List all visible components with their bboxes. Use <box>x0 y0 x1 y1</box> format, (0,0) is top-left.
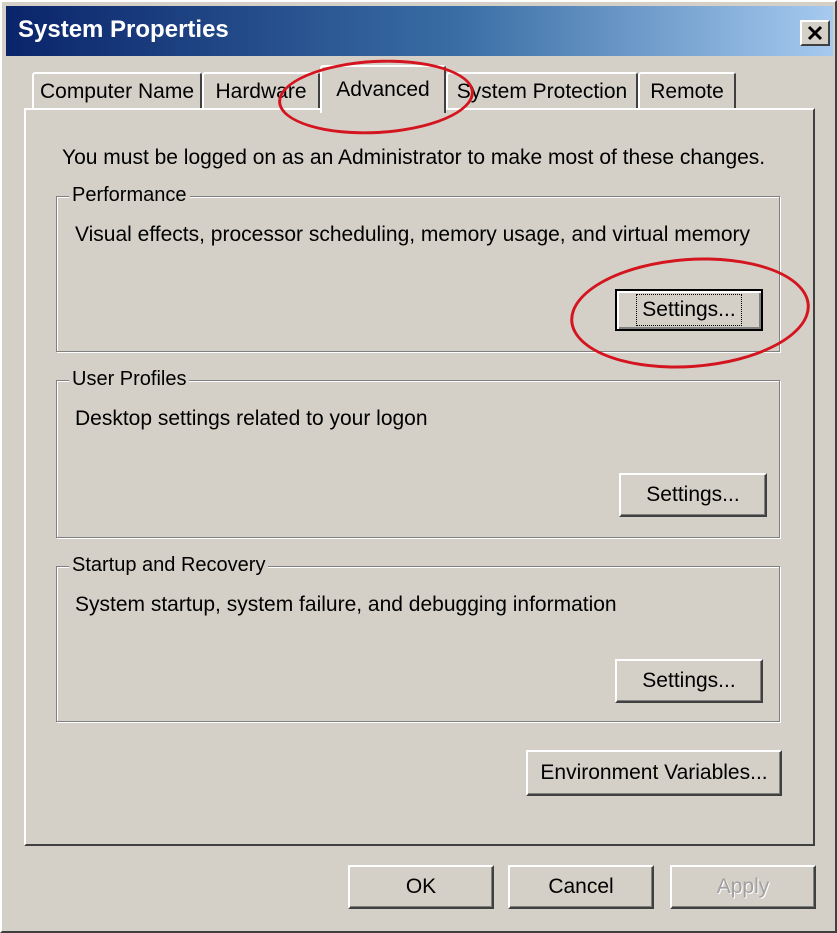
startup-recovery-settings-button[interactable]: Settings... <box>615 659 763 703</box>
performance-settings-label: Settings... <box>636 294 742 326</box>
apply-label: Apply <box>716 875 770 898</box>
performance-description: Visual effects, processor scheduling, me… <box>75 223 751 246</box>
admin-notice: You must be logged on as an Administrato… <box>62 146 766 169</box>
user-profiles-group: User Profiles Desktop settings related t… <box>56 368 780 538</box>
window-title: System Properties <box>18 16 229 43</box>
startup-recovery-description: System startup, system failure, and debu… <box>75 593 617 616</box>
tab-label: Hardware <box>215 80 307 103</box>
startup-recovery-group: Startup and Recovery System startup, sys… <box>56 554 780 722</box>
cancel-label: Cancel <box>548 875 614 898</box>
close-icon <box>807 25 823 41</box>
system-properties-dialog: System Properties Computer Name Hardware… <box>0 0 837 933</box>
ok-label: OK <box>405 875 437 898</box>
tab-hardware[interactable]: Hardware <box>202 72 320 110</box>
environment-variables-label: Environment Variables... <box>540 761 768 784</box>
tab-label: Advanced <box>336 78 430 101</box>
startup-recovery-settings-label: Settings... <box>642 669 736 692</box>
user-profiles-description: Desktop settings related to your logon <box>75 407 428 430</box>
environment-variables-button[interactable]: Environment Variables... <box>526 750 782 796</box>
title-bar[interactable]: System Properties <box>6 6 833 56</box>
tab-label: Computer Name <box>39 80 195 103</box>
tab-advanced[interactable]: Advanced <box>320 65 446 113</box>
tab-remote[interactable]: Remote <box>638 72 736 110</box>
ok-button[interactable]: OK <box>348 865 494 909</box>
user-profiles-settings-button[interactable]: Settings... <box>619 473 767 517</box>
user-profiles-group-title: User Profiles <box>69 368 190 391</box>
performance-group-title: Performance <box>69 184 190 207</box>
tab-label: Remote <box>650 80 724 103</box>
cancel-button[interactable]: Cancel <box>508 865 654 909</box>
performance-group: Performance Visual effects, processor sc… <box>56 184 780 352</box>
user-profiles-settings-label: Settings... <box>646 483 740 506</box>
tab-label: System Protection <box>456 80 628 103</box>
apply-button: Apply <box>670 865 816 909</box>
performance-settings-button[interactable]: Settings... <box>615 289 763 331</box>
startup-recovery-group-title: Startup and Recovery <box>69 554 269 577</box>
tab-system-protection[interactable]: System Protection <box>446 72 638 110</box>
close-button[interactable] <box>800 20 830 46</box>
tab-computer-name[interactable]: Computer Name <box>32 72 202 110</box>
advanced-tab-panel: You must be logged on as an Administrato… <box>24 108 815 846</box>
